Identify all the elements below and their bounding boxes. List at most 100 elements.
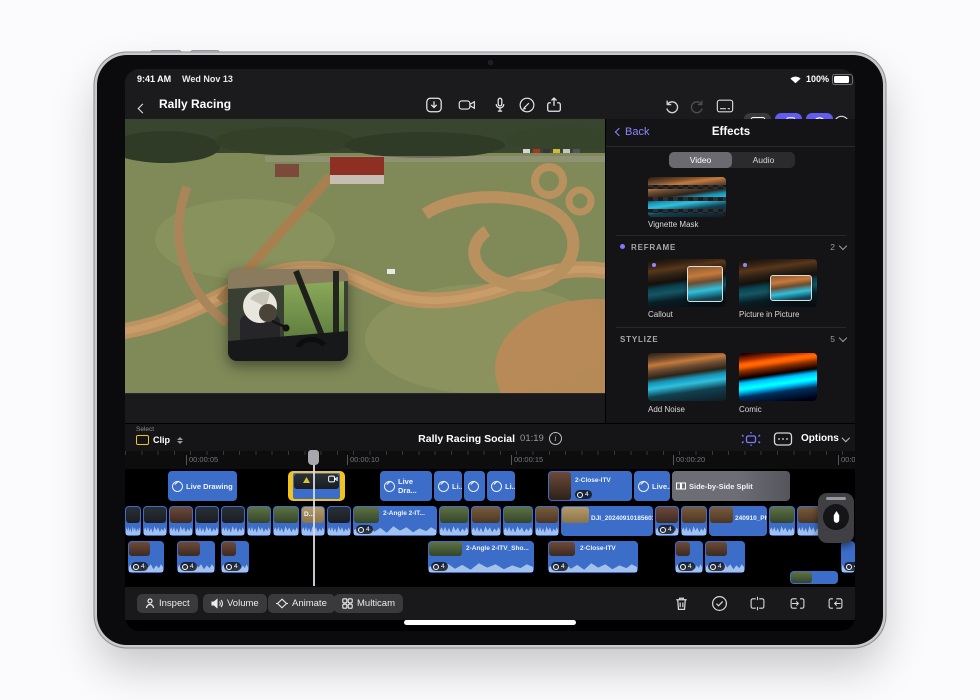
pencil-tool-palette[interactable]	[818, 493, 854, 543]
storyline-clip[interactable]	[125, 506, 141, 536]
clip-label: 2-Close-ITV	[580, 545, 616, 552]
effect-thumb-add-noise[interactable]	[648, 353, 726, 401]
timeline-overview-icon[interactable]	[773, 431, 793, 447]
magnetic-timeline-icon[interactable]	[741, 431, 761, 447]
playhead-line[interactable]	[313, 465, 315, 586]
storyline-clip[interactable]	[439, 506, 469, 536]
delete-icon[interactable]	[673, 595, 690, 612]
back-chevron-icon[interactable]	[139, 99, 146, 117]
clip-label: 240910_Ph...	[735, 515, 767, 522]
timeline-ruler[interactable]: 00:00:05 00:00:10 00:00:15 00:00:20 00:0…	[125, 451, 855, 469]
pencil-draw-icon[interactable]	[518, 96, 536, 114]
split-clip-icon[interactable]	[749, 595, 766, 612]
storyline-clip[interactable]	[247, 506, 271, 536]
divider	[616, 235, 846, 236]
storyline-clip[interactable]	[535, 506, 559, 536]
storyline-clip[interactable]	[327, 506, 351, 536]
divider	[616, 327, 846, 328]
share-icon[interactable]	[545, 96, 563, 114]
connected-clip[interactable]: 4	[128, 541, 164, 573]
storyline-clip-240910[interactable]: 240910_Ph...	[709, 506, 767, 536]
ruler-tick-label: 00:00:15	[511, 455, 543, 465]
pencil-circle-icon	[468, 481, 479, 492]
clip-selected[interactable]	[288, 471, 345, 501]
storyline-clip[interactable]	[221, 506, 245, 536]
clip-live[interactable]: Live...	[634, 471, 670, 501]
home-indicator[interactable]	[404, 620, 576, 625]
multicam-badge: 4	[551, 562, 568, 571]
import-media-icon[interactable]	[425, 96, 443, 114]
multicam-badge: 4	[678, 562, 695, 571]
overwrite-clip-icon[interactable]	[827, 595, 844, 612]
tab-video[interactable]: Video	[669, 152, 732, 168]
storyline-clip-2-angle[interactable]: 2-Angle 2-IT...4	[353, 506, 437, 536]
clip-small[interactable]	[464, 471, 485, 501]
effect-thumb-comic[interactable]	[739, 353, 817, 401]
ruler-ticks	[125, 451, 855, 455]
ruler-tick-label: 00:00:25	[838, 455, 855, 465]
clip-side-by-side-split[interactable]: Side-by-Side Split	[672, 471, 790, 501]
connected-clip-2-angle-itv[interactable]: 2-Angle 2-ITV_Sho...4	[428, 541, 534, 573]
effect-thumb-picture-in-picture[interactable]	[739, 259, 817, 307]
pencil-dial[interactable]	[823, 504, 849, 530]
captions-icon[interactable]	[716, 97, 734, 115]
clip-live-drawing-2[interactable]: Live Dra...	[380, 471, 432, 501]
transport-bar: 00:00:09:03 47% •••	[125, 393, 605, 424]
status-date: Wed Nov 13	[182, 74, 233, 84]
insert-clip-icon[interactable]	[789, 595, 806, 612]
storyline-clip[interactable]	[681, 506, 707, 536]
tab-audio[interactable]: Audio	[732, 152, 795, 168]
effect-label-vignette-mask: Vignette Mask	[648, 220, 699, 229]
info-icon[interactable]: i	[549, 432, 562, 445]
effect-thumb-vignette-mask[interactable]	[648, 177, 726, 217]
multicam-badge: 4	[180, 562, 197, 571]
connected-clip[interactable]: 4	[705, 541, 745, 573]
section-stylize-count[interactable]: 5	[830, 334, 846, 344]
storyline-clip[interactable]	[143, 506, 167, 536]
storyline-clip[interactable]	[169, 506, 193, 536]
microphone-icon[interactable]	[491, 96, 509, 114]
volume-button[interactable]: Volume	[203, 594, 267, 613]
clip-live-drawing-3[interactable]: Li...	[434, 471, 462, 501]
playhead-handle[interactable]	[308, 450, 319, 465]
video-preview[interactable]	[125, 119, 605, 393]
timeline-tracks: Live Drawing Live Dra... Li... Li... 2-C…	[125, 469, 855, 586]
storyline-clip-dji[interactable]: DJI_20240910185601_...	[561, 506, 653, 536]
storyline-clip[interactable]	[195, 506, 219, 536]
connected-clip-lower[interactable]	[790, 571, 838, 584]
clip-live-drawing[interactable]: Live Drawing	[168, 471, 237, 501]
redo-icon[interactable]	[688, 97, 706, 115]
storyline-clip[interactable]	[769, 506, 795, 536]
effect-thumb-callout[interactable]	[648, 259, 726, 307]
connected-clip-2-close-itv[interactable]: 2-Close-ITV 4	[548, 541, 638, 573]
connected-clip[interactable]: 4	[221, 541, 249, 573]
connected-clip-partial[interactable]: 4	[841, 541, 855, 573]
camera-icon[interactable]	[458, 96, 476, 114]
storyline-clip[interactable]: 4	[655, 506, 679, 536]
animate-label: Animate	[292, 598, 327, 609]
drag-handle[interactable]	[826, 497, 846, 500]
storyline-clip[interactable]	[471, 506, 501, 536]
options-menu[interactable]: Options	[801, 433, 848, 444]
clip-live-drawing-4[interactable]: Li...	[487, 471, 515, 501]
done-check-icon[interactable]	[711, 595, 728, 612]
chevron-down-icon	[839, 334, 847, 342]
clip-label: 2-Angle 2-ITV_Sho...	[466, 545, 529, 552]
storyline-clip[interactable]	[503, 506, 533, 536]
clip-2-close-itv[interactable]: 2-Close-ITV 4	[548, 471, 632, 501]
section-reframe-count[interactable]: 2	[830, 242, 846, 252]
inspect-button[interactable]: Inspect	[137, 594, 198, 613]
section-stylize-header: STYLIZE	[620, 335, 659, 344]
connected-clip[interactable]: 4	[177, 541, 215, 573]
timeline-header: Select Clip Rally Racing Social 01:19 i …	[125, 423, 855, 452]
multicam-button[interactable]: Multicam	[334, 594, 403, 613]
multicam-label: Multicam	[357, 598, 395, 609]
picture-in-picture-inset[interactable]	[228, 269, 348, 361]
undo-icon[interactable]	[663, 97, 681, 115]
inspector-icon	[145, 598, 155, 609]
front-camera	[488, 60, 493, 65]
storyline-clip[interactable]	[273, 506, 299, 536]
animate-button[interactable]: Animate	[268, 594, 335, 613]
connected-clip[interactable]: 4	[675, 541, 703, 573]
ipad-device-frame: 9:41 AM Wed Nov 13 100% Rally Racing	[97, 55, 883, 645]
